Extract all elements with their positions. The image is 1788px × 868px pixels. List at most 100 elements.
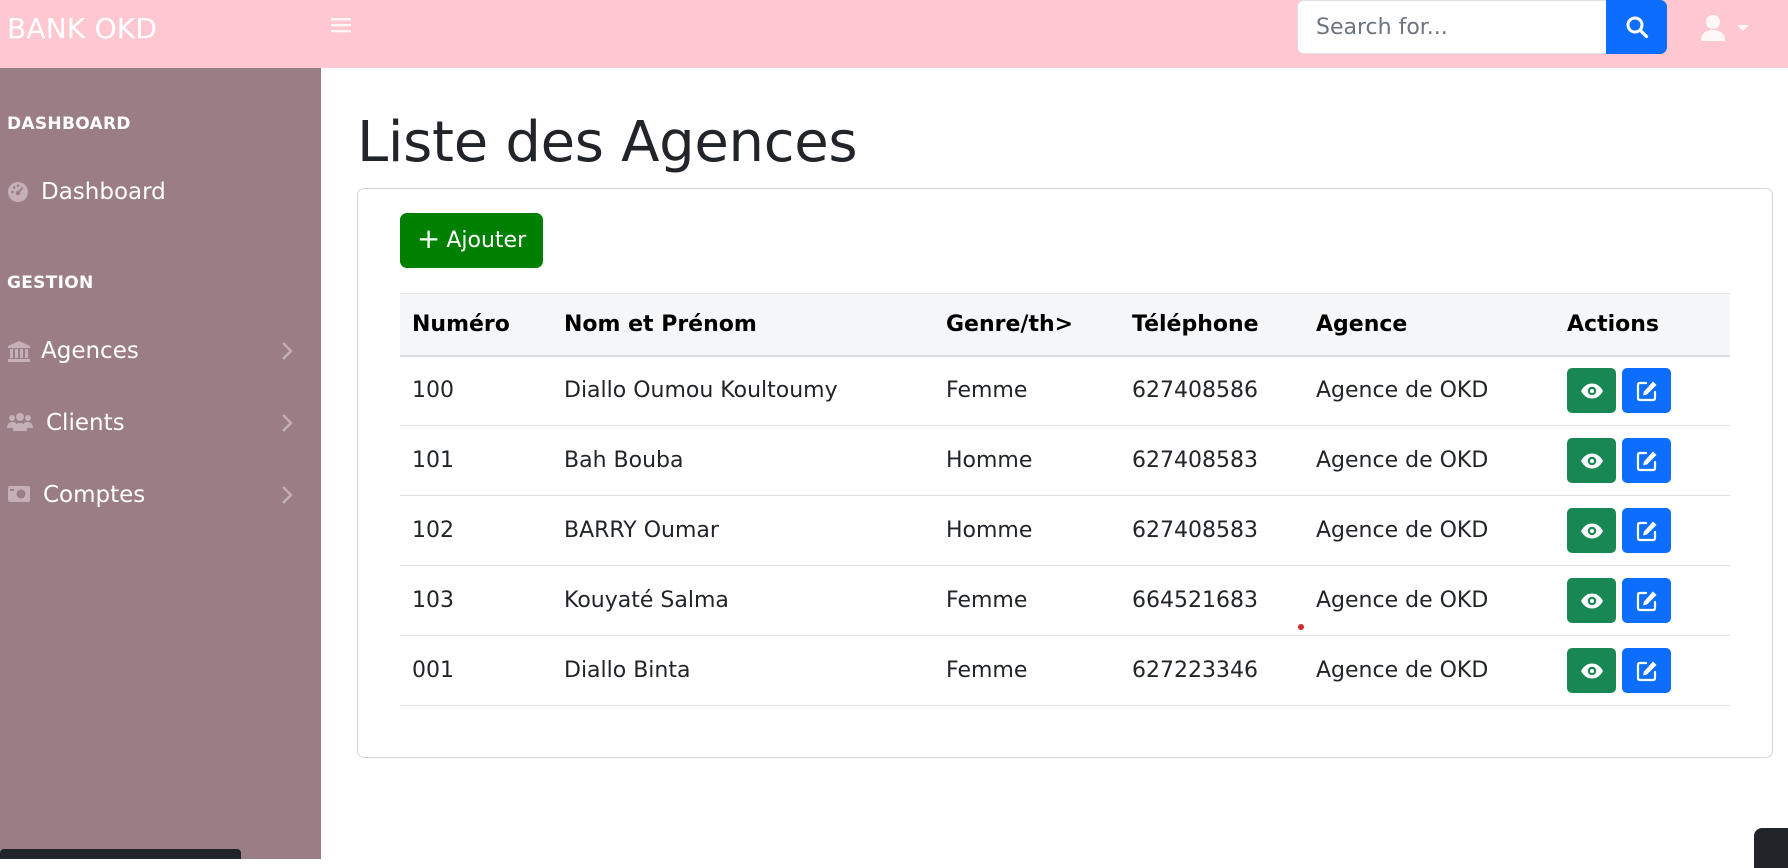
view-button[interactable]: [1567, 578, 1616, 623]
cell-numero: 103: [412, 588, 454, 613]
cell-agence: Agence de OKD: [1316, 378, 1489, 404]
sidebar-item-label: Dashboard: [41, 179, 166, 205]
edit-icon: [1636, 521, 1656, 541]
row-actions: [1567, 508, 1718, 553]
eye-icon: [1580, 663, 1603, 678]
sidebar-item-clients[interactable]: Clients: [0, 399, 321, 447]
chevron-right-icon: [280, 485, 296, 505]
topbar: BANK OKD: [0, 0, 1788, 68]
cell-nom: Diallo Binta: [564, 658, 691, 683]
sidebar-item-label: Comptes: [43, 482, 146, 508]
table-row: 001 Diallo Binta Femme 627223346 Agence de O…: [400, 636, 1730, 706]
bank-icon: [7, 340, 30, 362]
row-actions: [1567, 648, 1718, 693]
edit-button[interactable]: [1622, 648, 1671, 693]
cursor-dot: [1298, 624, 1304, 630]
cell-numero: 101: [412, 448, 454, 473]
table-header-row: Numéro Nom et Prénom Genre/th> Téléphone…: [400, 293, 1730, 356]
cell-actions: [1555, 426, 1730, 496]
row-actions: [1567, 438, 1718, 483]
cell-genre: Homme: [946, 448, 1033, 473]
user-icon: [1701, 15, 1725, 41]
table-row: 103 Kouyaté Salma Femme 664521683 Agence de …: [400, 566, 1730, 636]
search-form: [1297, 0, 1667, 54]
column-header-telephone: Téléphone: [1132, 311, 1259, 337]
cell-actions: [1555, 566, 1730, 636]
edit-icon: [1636, 451, 1656, 471]
cell-nom: Diallo Oumou Koultoumy: [564, 378, 838, 404]
cell-actions: [1555, 636, 1730, 706]
users-icon: [7, 412, 33, 434]
cell-telephone: 627408583: [1132, 448, 1258, 473]
cell-telephone: 627223346: [1132, 658, 1258, 683]
edit-icon: [1636, 591, 1656, 611]
corner-widget[interactable]: [1754, 828, 1788, 868]
user-dropdown[interactable]: [1700, 10, 1760, 46]
sidebar-item-agences[interactable]: Agences: [0, 327, 321, 375]
cell-numero: 100: [412, 378, 454, 404]
sidebar-item-dashboard[interactable]: Dashboard: [0, 168, 321, 216]
cell-agence: Agence de OKD: [1316, 518, 1489, 543]
cell-genre: Femme: [946, 588, 1028, 613]
add-button[interactable]: + Ajouter: [400, 213, 543, 268]
cell-genre: Femme: [946, 658, 1028, 683]
view-button[interactable]: [1567, 368, 1616, 414]
table-row: 101 Bah Bouba Homme 627408583 Agence de OKD: [400, 426, 1730, 496]
tachometer-icon: [7, 181, 29, 203]
cell-agence: Agence de OKD: [1316, 658, 1489, 683]
column-header-agence: Agence: [1316, 311, 1408, 337]
row-actions: [1567, 368, 1718, 414]
cell-actions: [1555, 356, 1730, 426]
money-bill-icon: [7, 484, 30, 506]
cell-genre: Homme: [946, 518, 1033, 543]
sidebar-toggle-icon[interactable]: [330, 14, 356, 40]
brand-logo[interactable]: BANK OKD: [7, 12, 157, 45]
sidebar-heading-gestion: GESTION: [7, 273, 94, 293]
view-button[interactable]: [1567, 508, 1616, 553]
main-content: Liste des Agences + Ajouter Numéro Nom e…: [321, 68, 1788, 859]
cell-actions: [1555, 496, 1730, 566]
chevron-right-icon: [280, 341, 296, 361]
edit-button[interactable]: [1622, 368, 1671, 414]
view-button[interactable]: [1567, 438, 1616, 483]
eye-icon: [1580, 523, 1603, 538]
caret-down-icon: [1737, 25, 1749, 31]
cell-agence: Agence de OKD: [1316, 448, 1489, 473]
plus-icon: +: [416, 222, 441, 255]
eye-icon: [1580, 383, 1603, 399]
edit-button[interactable]: [1622, 578, 1671, 623]
page-title: Liste des Agences: [357, 110, 858, 175]
row-actions: [1567, 578, 1718, 623]
sidebar-heading-dashboard: DASHBOARD: [7, 114, 131, 134]
chevron-right-icon: [280, 413, 296, 433]
sidebar: DASHBOARD Dashboard GESTION Agences Clie…: [0, 68, 321, 859]
cell-nom: Kouyaté Salma: [564, 588, 729, 613]
search-input[interactable]: [1297, 0, 1607, 54]
view-button[interactable]: [1567, 648, 1616, 693]
sidebar-footer-tooltip: [0, 849, 241, 859]
search-button[interactable]: [1606, 0, 1667, 54]
sidebar-item-comptes[interactable]: Comptes: [0, 471, 321, 519]
cell-numero: 102: [412, 518, 454, 543]
search-icon: [1626, 16, 1648, 39]
column-header-numero: Numéro: [412, 311, 510, 337]
edit-button[interactable]: [1622, 438, 1671, 483]
edit-icon: [1636, 661, 1656, 681]
column-header-actions: Actions: [1567, 311, 1659, 337]
cell-telephone: 627408583: [1132, 518, 1258, 543]
eye-icon: [1580, 593, 1603, 608]
column-header-genre: Genre/th>: [946, 311, 1074, 337]
table-row: 102 BARRY Oumar Homme 627408583 Agence de OK…: [400, 496, 1730, 566]
table-row: 100 Diallo Oumou Koultoumy Femme 627408586 A…: [400, 356, 1730, 426]
cell-numero: 001: [412, 658, 454, 683]
edit-button[interactable]: [1622, 508, 1671, 553]
cell-agence: Agence de OKD: [1316, 588, 1489, 613]
cell-genre: Femme: [946, 378, 1028, 404]
agences-table: Numéro Nom et Prénom Genre/th> Téléphone…: [400, 293, 1730, 706]
sidebar-item-label: Clients: [46, 410, 125, 436]
add-button-label: Ajouter: [446, 228, 527, 253]
cell-telephone: 627408586: [1132, 378, 1258, 404]
eye-icon: [1580, 453, 1603, 468]
cell-nom: BARRY Oumar: [564, 518, 719, 543]
agences-card: + Ajouter Numéro Nom et Prénom Genre/th>…: [357, 188, 1773, 758]
